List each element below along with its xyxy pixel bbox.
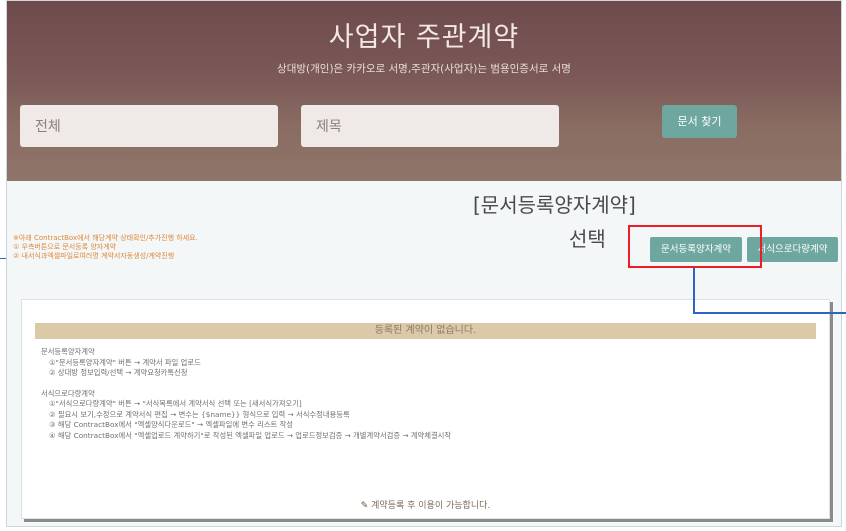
connector-line <box>693 268 695 313</box>
notice-line: ※아래 ContractBox에서 해당계약 상태확인/추가진행 하세요. <box>13 234 198 242</box>
search-button[interactable]: 문서 찾기 <box>662 105 737 138</box>
guide-line: ② 필요시 보기,수정으로 계약서식 편집 → 변수는 {$name}} 형식으… <box>49 409 350 419</box>
page-subtitle: 상대방(개인)은 카카오로 서명,주관자(사업자)는 범용인증서로 서명 <box>277 63 571 75</box>
pencil-icon: ✎ <box>360 501 369 511</box>
guide-line: 서식으로다량계약 <box>41 388 95 398</box>
callout-label: [문서등록양자계약] <box>473 193 636 217</box>
hero-banner: 사업자 주관계약 상대방(개인)은 카카오로 서명,주관자(사업자)는 범용인증… <box>7 1 841 181</box>
notice-line: ② 내서식과엑셀파일로여러명 계약서자동생성/계약진행 <box>13 252 175 260</box>
usage-guide: 문서등록양자계약 ①"문서등록양자계약" 버튼 → 계약서 파일 업로드 ② 상… <box>41 347 451 441</box>
footer-text: 계약등록 후 이용이 가능합니다. <box>371 501 491 511</box>
highlight-box <box>628 225 762 268</box>
guide-line: ①"서식으로다량계약" 버튼 → "서식목록에서 계약서식 선택 또는 [새서식… <box>49 399 302 408</box>
guide-line: ④ 해당 ContractBox에서 "엑셀업로드 계약하기"로 작성된 엑셀파… <box>49 430 452 440</box>
guide-line: ①"문서등록양자계약" 버튼 → 계약서 파일 업로드 <box>49 357 201 367</box>
connector-line <box>0 258 6 259</box>
guide-line: ③ 해당 ContractBox에서 "엑셀양식다운로드" → 엑셀파일에 변수… <box>49 420 293 429</box>
page-title: 사업자 주관계약 <box>328 22 520 53</box>
notice-line: ① 우측버튼으로 문서등록 양자계약 <box>13 243 117 251</box>
connector-line <box>693 312 846 314</box>
guide-line: 문서등록양자계약 <box>41 347 95 356</box>
guide-spacer <box>41 379 451 389</box>
panel-footer: ✎ 계약등록 후 이용이 가능합니다. <box>22 498 829 511</box>
callout-select: 선택 <box>569 227 606 251</box>
guide-line: ② 상대방 정보입력/선택 → 계약요청카톡신청 <box>49 368 188 377</box>
category-field[interactable]: 전체 <box>20 105 278 147</box>
notice-text: ※아래 ContractBox에서 해당계약 상태확인/추가진행 하세요. ① … <box>13 234 198 261</box>
contract-list-panel: 등록된 계약이 없습니다. 문서등록양자계약 ①"문서등록양자계약" 버튼 → … <box>21 299 830 519</box>
title-search-input[interactable]: 제목 <box>301 105 559 147</box>
empty-state-banner: 등록된 계약이 없습니다. <box>35 323 816 339</box>
